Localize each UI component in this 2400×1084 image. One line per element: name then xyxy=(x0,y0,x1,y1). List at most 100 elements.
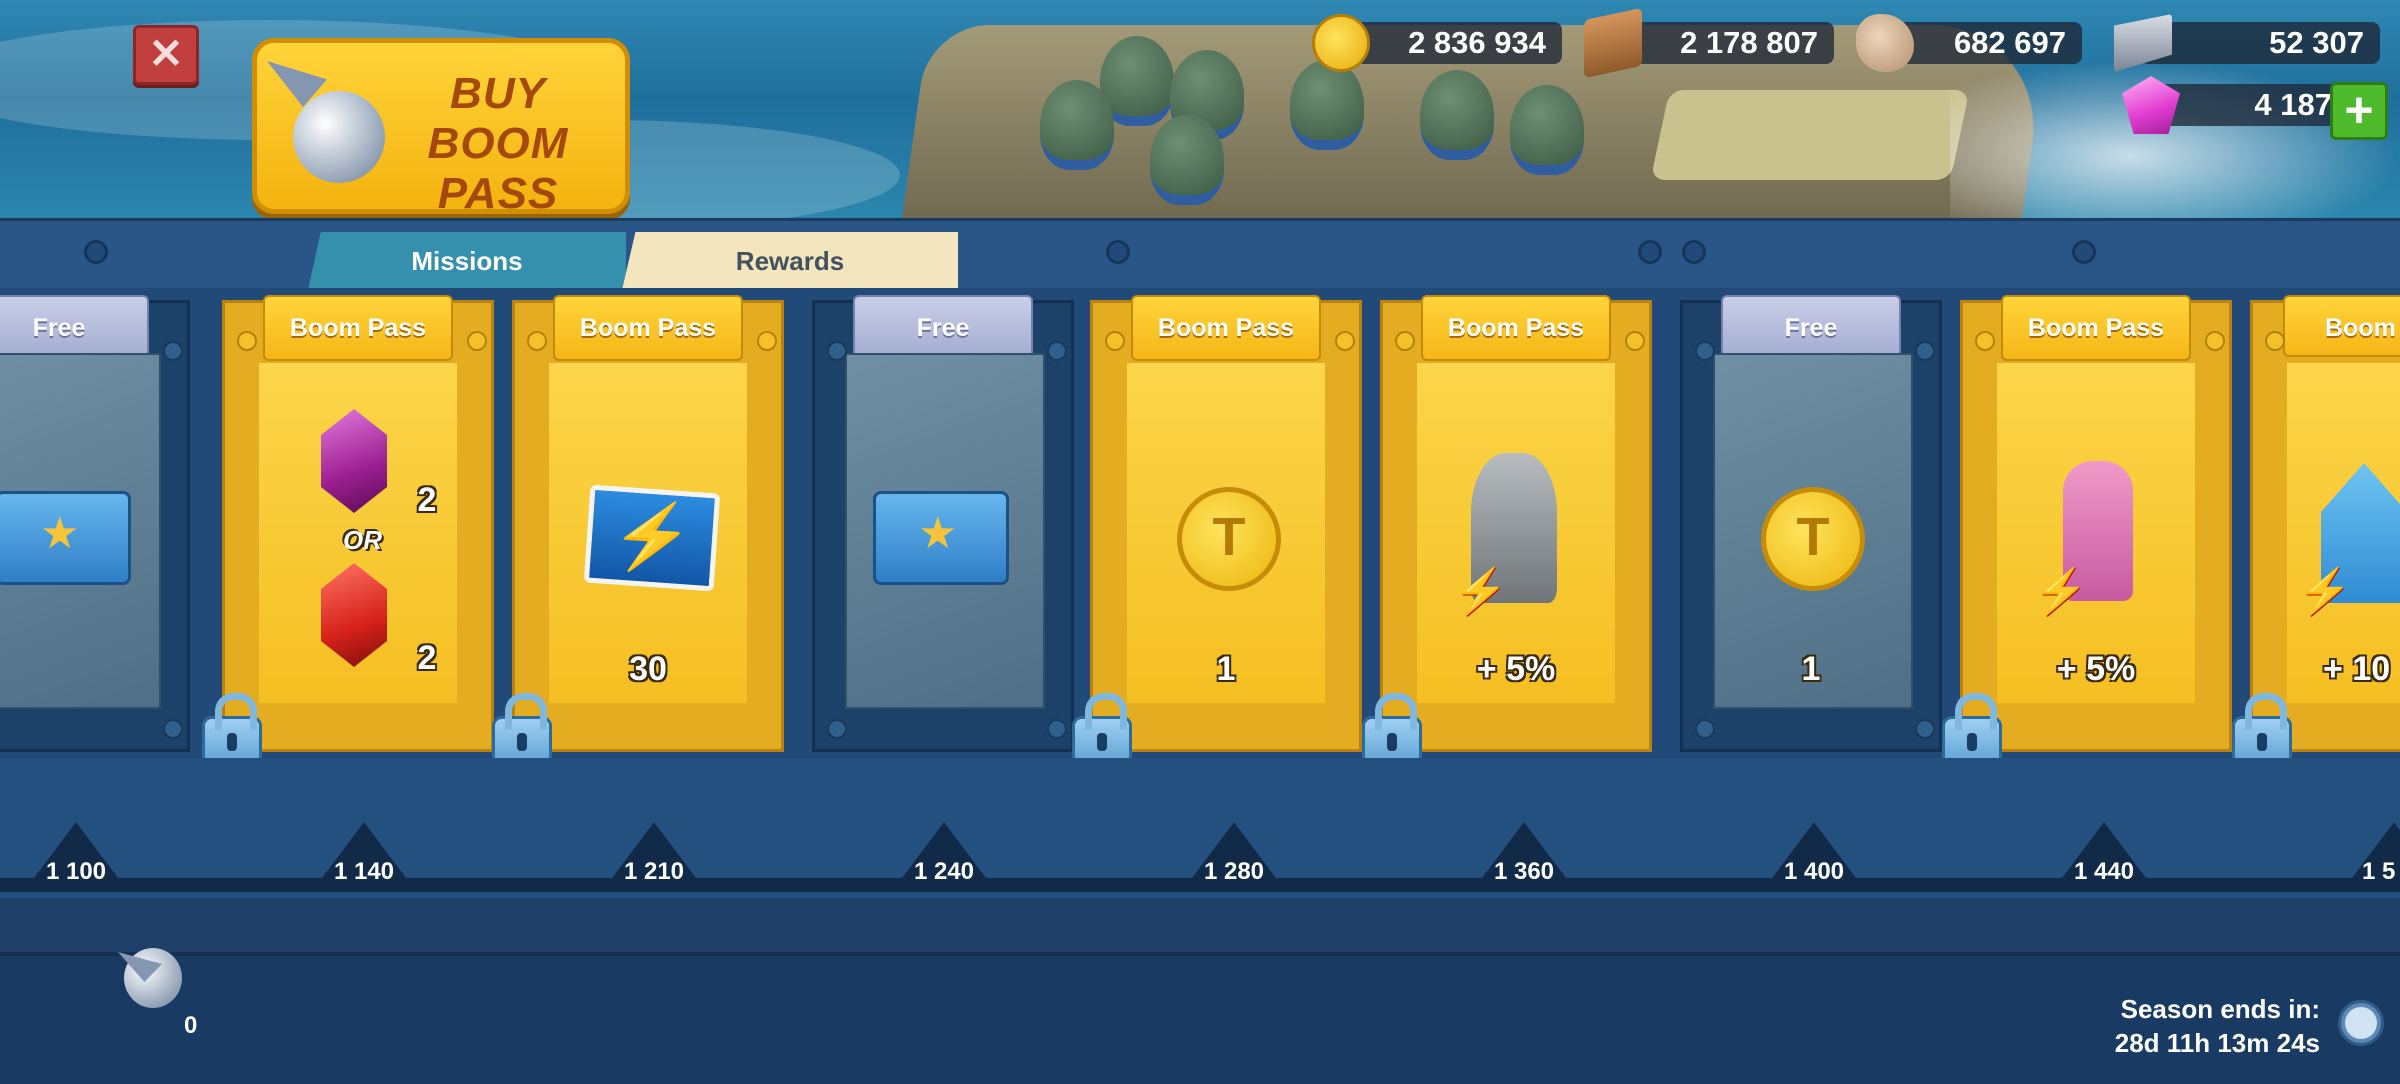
stone-counter: 682 697 xyxy=(1856,14,2082,72)
reward-card[interactable]: Boom Pass ⚡ 30 xyxy=(512,295,784,752)
bolt-decoration xyxy=(1695,719,1715,739)
stopwatch-icon xyxy=(2338,1000,2384,1046)
iron-amount: 52 307 xyxy=(2269,25,2364,60)
bolt-decoration xyxy=(1695,341,1715,361)
bolt-decoration xyxy=(1395,331,1415,351)
bolt-decoration xyxy=(237,331,257,351)
builder-coin-icon: T xyxy=(1761,487,1865,591)
bolt-decoration xyxy=(1105,331,1125,351)
reward-quantity: + 5% xyxy=(1476,650,1556,688)
buy-boom-pass-button[interactable]: BUY BOOM PASS xyxy=(252,38,630,218)
milestone-label: 1 280 xyxy=(1203,858,1265,885)
stone-amount: 682 697 xyxy=(1953,25,2066,60)
season-timer: Season ends in: 28d 11h 13m 24s xyxy=(2080,992,2320,1060)
bolt-decoration xyxy=(467,331,487,351)
reward-card[interactable]: Boom Pass 2 OR 2 xyxy=(222,295,494,752)
buy-boom-pass-label: BUY BOOM PASS xyxy=(427,69,569,218)
bolt-decoration xyxy=(1335,331,1355,351)
wood-amount: 2 178 807 xyxy=(1680,25,1818,60)
rivet-decoration xyxy=(1106,240,1130,264)
soldier-illustration xyxy=(1150,115,1224,205)
lightning-icon: ⚡ xyxy=(2033,567,2088,616)
reward-card[interactable]: Free xyxy=(0,295,190,752)
reward-quantity: 2 xyxy=(417,481,437,519)
soldier-illustration xyxy=(1040,80,1114,170)
footer-bar xyxy=(0,952,2400,1084)
milestone-label: 1 100 xyxy=(45,858,107,885)
lightning-icon: ⚡ xyxy=(2297,567,2352,616)
bolt-decoration xyxy=(1915,341,1935,361)
wood-counter: 2 178 807 xyxy=(1584,7,1834,79)
milestone-label: 1 140 xyxy=(333,858,395,885)
soldier-illustration xyxy=(1420,70,1494,160)
reward-quantity: 1 xyxy=(1801,650,1821,688)
reward-tier-tag: Boom Pass xyxy=(1131,295,1321,361)
energy-icon: ⚡ xyxy=(583,484,721,592)
bolt-decoration xyxy=(1915,719,1935,739)
reward-card[interactable]: Boom Pass ⚡ + 5% xyxy=(1960,295,2232,752)
boom-bomb-icon xyxy=(293,91,385,183)
rivet-decoration xyxy=(2072,240,2096,264)
close-button[interactable]: ✕ xyxy=(133,25,199,85)
reward-tier-tag: Boom Pass xyxy=(1421,295,1611,361)
soldier-illustration xyxy=(1290,60,1364,150)
stone-icon xyxy=(1856,14,1914,72)
reward-tier-tag: Boom xyxy=(2283,295,2400,357)
bolt-decoration xyxy=(827,719,847,739)
reward-tier-tag: Free xyxy=(0,295,149,361)
milestone-label: 1 210 xyxy=(623,858,685,885)
builder-coin-icon: T xyxy=(1177,487,1281,591)
chest-icon xyxy=(873,491,1009,585)
tab-missions[interactable]: Missions xyxy=(308,232,626,290)
bolt-decoration xyxy=(827,341,847,361)
plus-icon: + xyxy=(2344,82,2374,138)
bolt-decoration xyxy=(1975,331,1995,351)
chest-icon xyxy=(0,491,131,585)
bolt-decoration xyxy=(1047,719,1067,739)
bolt-decoration xyxy=(527,331,547,351)
tab-rewards[interactable]: Rewards xyxy=(622,232,958,290)
rivet-decoration xyxy=(1638,240,1662,264)
rivet-decoration xyxy=(1682,240,1706,264)
diamond-amount: 4 187 xyxy=(2254,87,2332,122)
diamond-counter: 4 187 xyxy=(2122,76,2348,134)
reward-quantity: 1 xyxy=(1216,650,1236,688)
reward-quantity: 30 xyxy=(629,650,667,688)
reward-card[interactable]: Free xyxy=(812,295,1074,752)
bolt-decoration xyxy=(1047,341,1067,361)
or-label: OR xyxy=(343,525,382,555)
reward-quantity: + 5% xyxy=(2056,650,2136,688)
milestone-label: 1 240 xyxy=(913,858,975,885)
bolt-decoration xyxy=(2205,331,2225,351)
iron-counter: 52 307 xyxy=(2114,14,2380,72)
gold-coin-icon xyxy=(1312,14,1370,72)
close-icon: ✕ xyxy=(148,30,184,77)
bolt-decoration xyxy=(1625,331,1645,351)
bolt-decoration xyxy=(163,719,183,739)
boom-token-count: 0 xyxy=(184,1012,198,1039)
rivet-decoration xyxy=(84,240,108,264)
milestone-label: 1 360 xyxy=(1493,858,1555,885)
reward-tier-tag: Boom Pass xyxy=(2001,295,2191,361)
reward-card[interactable]: Free T 1 xyxy=(1680,295,1942,752)
milestone-label: 1 400 xyxy=(1783,858,1845,885)
reward-card[interactable]: Boom Pass ⚡ + 5% xyxy=(1380,295,1652,752)
milestone-label: 1 5 xyxy=(2362,858,2396,885)
milestone-label: 1 440 xyxy=(2073,858,2135,885)
boat-deck-illustration xyxy=(1650,90,1970,180)
reward-card[interactable]: Boom Pass T 1 xyxy=(1090,295,1362,752)
reward-tier-tag: Boom Pass xyxy=(553,295,743,361)
reward-card[interactable]: Boom ⚡ + 10 xyxy=(2250,295,2400,752)
season-time-remaining: 28d 11h 13m 24s xyxy=(2114,1028,2320,1058)
add-diamonds-button[interactable]: + xyxy=(2330,82,2388,140)
lightning-icon: ⚡ xyxy=(1453,567,1508,616)
soldier-illustration xyxy=(1510,85,1584,175)
reward-quantity: + 10 xyxy=(2323,650,2391,688)
reward-quantity: 2 xyxy=(417,639,437,677)
season-label: Season ends in: xyxy=(2120,994,2320,1024)
reward-tier-tag: Boom Pass xyxy=(263,295,453,361)
wood-icon xyxy=(1584,7,1642,79)
gold-counter: 2 836 934 xyxy=(1312,14,1562,72)
reward-tier-tag: Free xyxy=(1721,295,1901,361)
bolt-decoration xyxy=(2265,331,2285,351)
